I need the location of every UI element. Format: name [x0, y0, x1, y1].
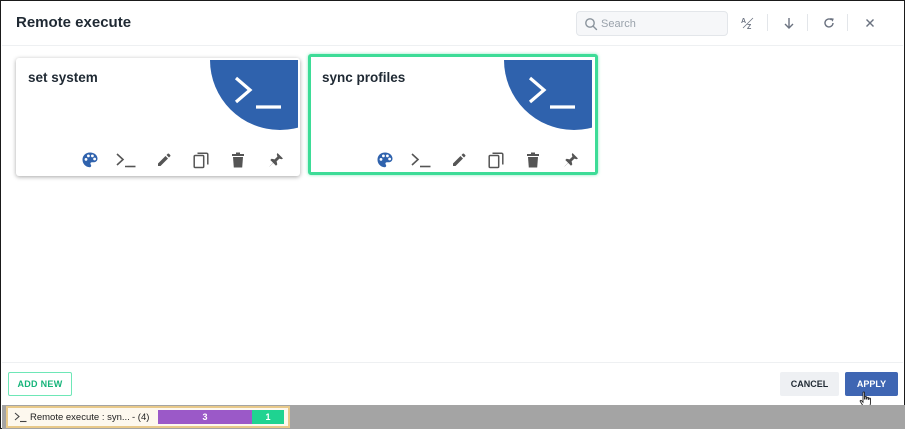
svg-text:A: A — [741, 18, 746, 25]
run-button[interactable] — [116, 151, 136, 169]
card-badge — [504, 60, 592, 130]
palette-button[interactable] — [375, 151, 395, 169]
header-divider-line — [2, 45, 903, 46]
pin-icon — [564, 153, 578, 167]
header-divider — [767, 14, 768, 31]
taskbar: Remote execute : syn... - (4) 3 1 — [2, 405, 905, 429]
pin-button[interactable] — [266, 151, 286, 169]
delete-button[interactable] — [228, 151, 248, 169]
copy-button[interactable] — [191, 151, 211, 169]
refresh-button[interactable] — [819, 13, 839, 33]
search-box[interactable] — [576, 11, 728, 36]
arrow-down-icon — [784, 18, 794, 29]
run-button[interactable] — [411, 151, 431, 169]
edit-icon — [158, 153, 171, 166]
sort-direction-button[interactable] — [779, 13, 799, 33]
sort-az-button[interactable]: A Z — [738, 13, 758, 33]
terminal-icon — [411, 153, 431, 168]
taskbar-item-remote-execute[interactable]: Remote execute : syn... - (4) 3 1 — [6, 406, 290, 428]
copy-icon — [488, 151, 504, 168]
cancel-button[interactable]: CANCEL — [780, 372, 839, 396]
search-icon — [585, 18, 598, 31]
header-divider — [847, 14, 848, 31]
sort-az-icon: A Z — [741, 17, 754, 30]
copy-button[interactable] — [486, 151, 506, 169]
progress-segment-pending: 3 — [158, 410, 252, 424]
terminal-icon — [234, 76, 281, 109]
progress-segment-done: 1 — [252, 410, 284, 424]
card-title: set system — [28, 70, 98, 85]
copy-icon — [193, 151, 209, 168]
add-new-button[interactable]: ADD NEW — [8, 372, 72, 396]
edit-button[interactable] — [154, 151, 174, 169]
terminal-icon — [528, 76, 575, 109]
close-icon — [866, 19, 874, 27]
task-label: Remote execute : syn... — [30, 412, 130, 423]
delete-button[interactable] — [523, 151, 543, 169]
close-button[interactable] — [860, 13, 880, 33]
remote-execute-dialog: Remote execute A Z — [0, 0, 905, 429]
delete-icon — [527, 152, 539, 168]
search-input[interactable] — [601, 15, 721, 33]
script-card[interactable]: set system — [16, 58, 300, 176]
script-card-selected[interactable]: sync profiles — [308, 54, 598, 175]
dialog-title: Remote execute — [16, 14, 132, 31]
palette-icon — [377, 152, 393, 168]
delete-icon — [232, 152, 244, 168]
pin-icon — [269, 153, 283, 167]
footer-divider-line — [2, 362, 903, 363]
terminal-icon — [14, 412, 27, 423]
refresh-icon — [824, 18, 834, 28]
header-divider — [807, 14, 808, 31]
card-badge — [210, 60, 298, 130]
pin-button[interactable] — [561, 151, 581, 169]
palette-icon — [82, 152, 98, 168]
edit-icon — [453, 153, 466, 166]
svg-text:Z: Z — [747, 24, 752, 30]
task-count: - (4) — [132, 412, 150, 423]
edit-button[interactable] — [449, 151, 469, 169]
palette-button[interactable] — [80, 151, 100, 169]
card-title: sync profiles — [322, 70, 406, 85]
terminal-icon — [116, 153, 136, 168]
